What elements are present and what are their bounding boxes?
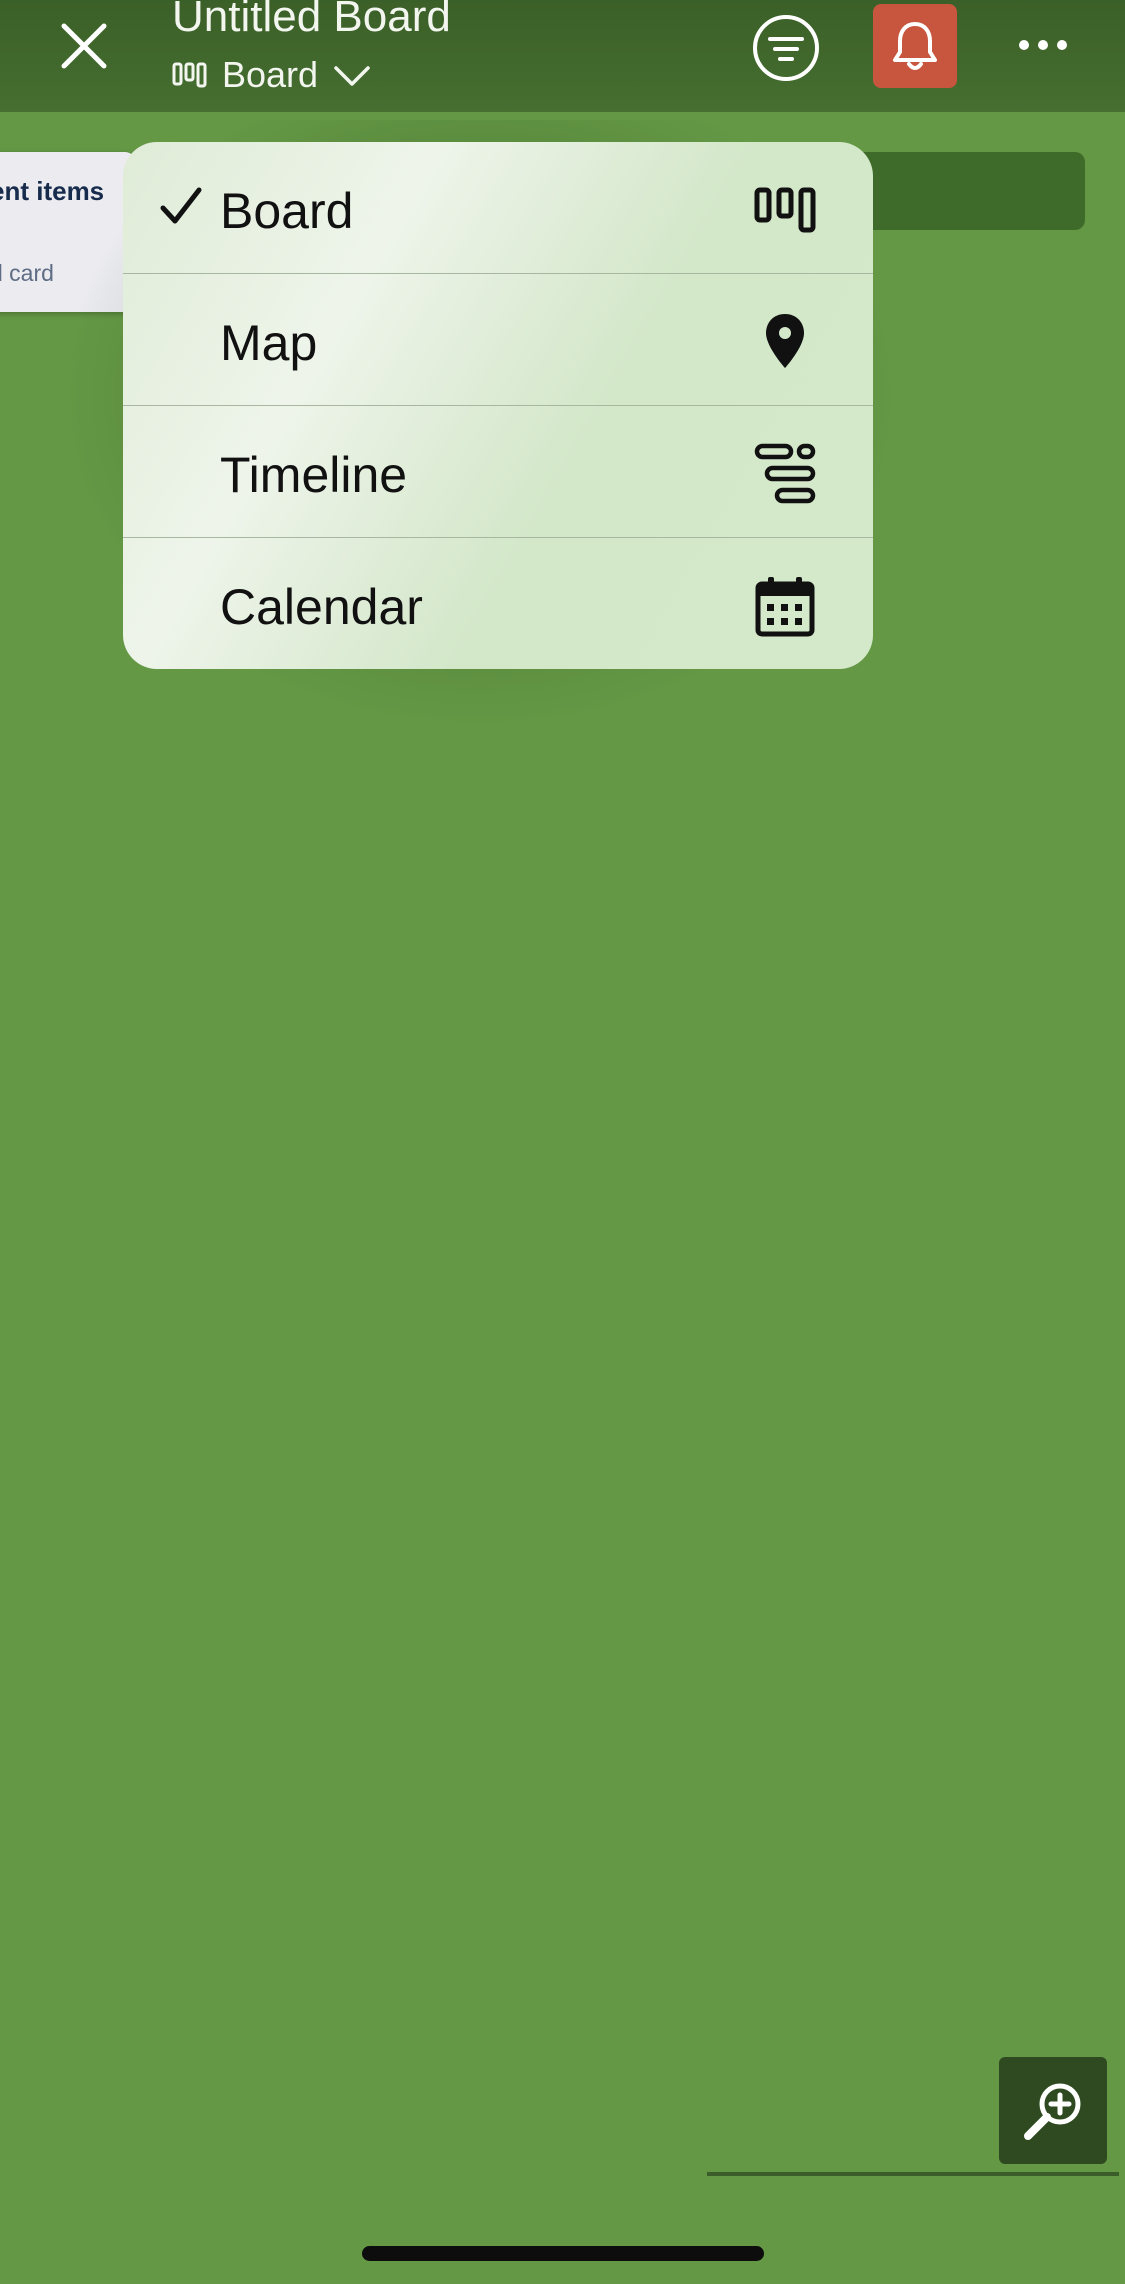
zoom-in-icon [1024, 2083, 1081, 2140]
menu-item-label: Board [220, 183, 354, 239]
menu-item-label: Map [220, 315, 318, 371]
close-icon [61, 23, 107, 69]
horizontal-scrollbar[interactable] [707, 2172, 1119, 2176]
more-options-button[interactable] [1010, 20, 1076, 70]
current-view-label: Board [222, 54, 319, 95]
add-card-button[interactable]: d card [0, 260, 54, 287]
board-icon [172, 62, 207, 88]
board-icon [754, 187, 816, 233]
close-button[interactable] [48, 14, 120, 76]
zoom-in-button[interactable] [999, 2057, 1107, 2164]
menu-item-map[interactable]: Map [123, 274, 873, 406]
map-pin-icon [766, 314, 804, 368]
board-title: Untitled Board [172, 0, 451, 41]
bell-icon [893, 22, 937, 70]
view-menu: Board Map Timeline Calendar [123, 142, 873, 669]
menu-item-label: Calendar [220, 579, 423, 635]
filter-icon [753, 15, 819, 81]
calendar-icon [755, 577, 815, 637]
ellipsis-icon [1019, 40, 1067, 50]
notifications-button[interactable] [873, 4, 957, 88]
chevron-down-icon [334, 66, 370, 86]
menu-item-calendar[interactable]: Calendar [123, 538, 873, 669]
filter-button[interactable] [750, 12, 822, 84]
menu-item-board[interactable]: Board [123, 142, 873, 274]
menu-item-label: Timeline [220, 447, 408, 503]
menu-item-timeline[interactable]: Timeline [123, 406, 873, 538]
top-bar: Untitled Board Board [0, 0, 1125, 112]
checkmark-icon [160, 187, 202, 224]
view-switcher[interactable]: Board [172, 52, 372, 98]
timeline-icon [754, 443, 816, 504]
home-indicator[interactable] [362, 2246, 764, 2261]
